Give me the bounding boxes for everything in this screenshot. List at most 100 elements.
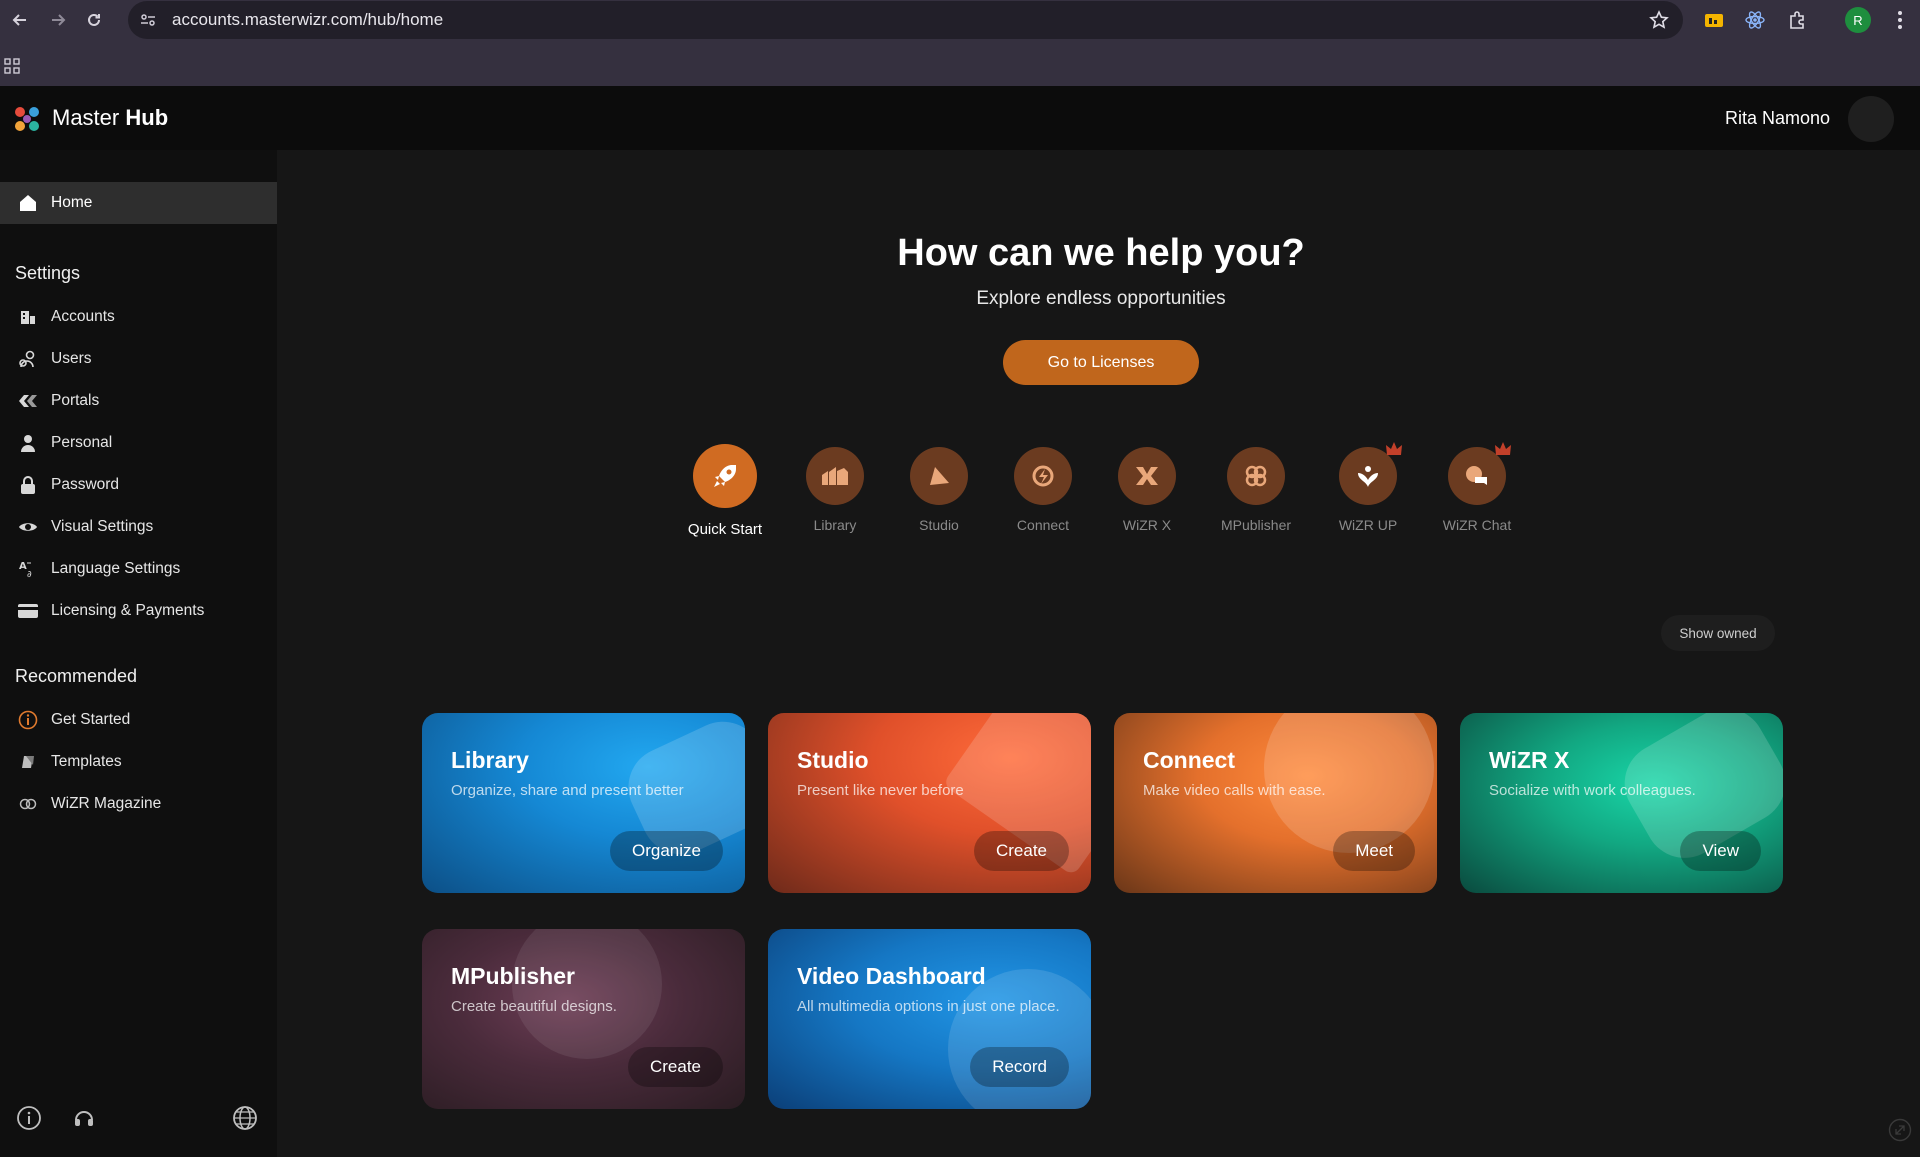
card-description: Socialize with work colleagues. — [1489, 782, 1696, 799]
user-name[interactable]: Rita Namono — [1725, 108, 1830, 129]
translate-icon: A ∂ — [15, 559, 41, 579]
app-wizr-x[interactable]: WiZR X — [1087, 447, 1207, 533]
app-connect[interactable]: Connect — [983, 447, 1103, 533]
site-settings-icon[interactable] — [128, 11, 168, 29]
sidebar-item-accounts[interactable]: Accounts — [0, 296, 277, 338]
home-icon — [15, 193, 41, 213]
app-wizr-chat[interactable]: WiZR Chat — [1417, 442, 1537, 533]
card-icon — [15, 604, 41, 618]
portals-icon — [15, 393, 41, 409]
connect-icon — [1014, 447, 1072, 505]
app-library[interactable]: Library — [775, 447, 895, 533]
person-icon — [15, 434, 41, 452]
sidebar-item-templates[interactable]: Templates — [0, 741, 277, 783]
library-icon — [806, 447, 864, 505]
building-icon — [15, 308, 41, 326]
sidebar-item-label: Password — [51, 476, 120, 493]
app-wizr-up[interactable]: WiZR UP — [1308, 442, 1428, 533]
profile-avatar[interactable]: R — [1845, 7, 1871, 33]
meet-button[interactable]: Meet — [1333, 831, 1415, 871]
sidebar-item-get-started[interactable]: Get Started — [0, 699, 277, 741]
card-wizr-x[interactable]: WiZR X Socialize with work colleagues. V… — [1460, 713, 1783, 893]
view-button[interactable]: View — [1680, 831, 1761, 871]
forward-arrow-icon[interactable] — [38, 0, 78, 40]
browser-menu-icon[interactable] — [1888, 8, 1912, 32]
user-avatar[interactable] — [1848, 96, 1894, 142]
app-mpublisher[interactable]: MPublisher — [1196, 447, 1316, 533]
apps-grid-icon[interactable] — [4, 58, 20, 79]
show-owned-toggle[interactable]: Show owned — [1661, 615, 1775, 651]
sidebar-item-label: Language Settings — [51, 560, 181, 577]
app-name: Connect — [1016, 517, 1070, 533]
card-connect[interactable]: Connect Make video calls with ease. Meet — [1114, 713, 1437, 893]
sidebar-item-licensing-payments[interactable]: Licensing & Payments — [0, 590, 277, 632]
card-title: Studio — [797, 747, 869, 773]
reload-icon[interactable] — [74, 0, 114, 40]
bookmarks-bar — [0, 40, 1920, 86]
wizrup-icon — [1339, 442, 1402, 505]
sidebar-item-label: WiZR Magazine — [51, 795, 162, 812]
card-title: WiZR X — [1489, 747, 1570, 773]
card-studio[interactable]: Studio Present like never before Create — [768, 713, 1091, 893]
sidebar-item-label: Licensing & Payments — [51, 602, 205, 619]
app-title: Master Hub — [52, 105, 168, 131]
url-text[interactable]: accounts.masterwizr.com/hub/home — [172, 10, 443, 30]
sidebar-item-users[interactable]: Users — [0, 338, 277, 380]
create-button[interactable]: Create — [973, 831, 1069, 871]
info-circle-icon[interactable] — [14, 1103, 44, 1133]
card-library[interactable]: Library Organize, share and present bett… — [422, 713, 745, 893]
main-content: How can we help you? Explore endless opp… — [277, 150, 1920, 1157]
crown-icon — [1385, 441, 1403, 462]
rocket-icon — [693, 444, 757, 508]
headset-support-icon[interactable] — [69, 1103, 99, 1133]
crown-icon — [1494, 441, 1512, 462]
record-button[interactable]: Record — [970, 1047, 1069, 1087]
extension-folder-icon[interactable] — [1702, 8, 1726, 32]
sidebar-item-wizr-magazine[interactable]: WiZR Magazine — [0, 783, 277, 825]
sidebar-item-home[interactable]: Home — [0, 182, 277, 224]
magazine-icon — [15, 797, 41, 811]
app-header: Master Hub Rita Namono — [0, 86, 1920, 150]
card-description: Organize, share and present better — [451, 782, 684, 799]
sidebar-item-label: Accounts — [51, 308, 115, 325]
sidebar-item-language-settings[interactable]: A ∂ Language Settings — [0, 548, 277, 590]
sidebar-item-label: Get Started — [51, 711, 131, 728]
hero-title: How can we help you? — [897, 232, 1305, 274]
card-title: Library — [451, 747, 529, 773]
sidebar-item-label: Home — [51, 194, 93, 211]
lock-icon — [15, 475, 41, 495]
card-decoration — [512, 929, 662, 1059]
app-name: Studio — [919, 517, 959, 533]
bookmark-star-icon[interactable] — [1649, 10, 1669, 35]
info-icon — [15, 710, 41, 730]
create-button[interactable]: Create — [627, 1047, 723, 1087]
sidebar-item-personal[interactable]: Personal — [0, 422, 277, 464]
app-name: Quick Start — [687, 521, 763, 538]
hero-subtitle: Explore endless opportunities — [976, 288, 1226, 309]
app-name: Library — [813, 517, 857, 533]
sidebar-item-visual-settings[interactable]: Visual Settings — [0, 506, 277, 548]
address-bar[interactable]: accounts.masterwizr.com/hub/home — [128, 1, 1683, 39]
card-title: MPublisher — [451, 963, 575, 989]
extensions-puzzle-icon[interactable] — [1785, 8, 1809, 32]
back-arrow-icon[interactable] — [0, 0, 40, 40]
app-name: WiZR X — [1122, 517, 1172, 533]
app-name: WiZR UP — [1338, 517, 1398, 533]
card-mpublisher[interactable]: MPublisher Create beautiful designs. Cre… — [422, 929, 745, 1109]
app-quick-start[interactable]: Quick Start — [665, 444, 785, 538]
globe-icon[interactable] — [230, 1103, 260, 1133]
brand-light: Master — [52, 105, 120, 130]
sidebar-item-password[interactable]: Password — [0, 464, 277, 506]
masterhub-logo-icon[interactable] — [11, 103, 43, 135]
sidebar-item-portals[interactable]: Portals — [0, 380, 277, 422]
expand-icon[interactable] — [1888, 1118, 1912, 1147]
react-devtools-icon[interactable] — [1743, 8, 1767, 32]
card-description: Present like never before — [797, 782, 964, 799]
app-studio[interactable]: Studio — [879, 447, 999, 533]
card-description: Make video calls with ease. — [1143, 782, 1326, 799]
organize-button[interactable]: Organize — [610, 831, 723, 871]
sidebar-item-label: Portals — [51, 392, 100, 409]
card-video-dashboard[interactable]: Video Dashboard All multimedia options i… — [768, 929, 1091, 1109]
recommended-heading: Recommended — [15, 666, 138, 686]
go-to-licenses-button[interactable]: Go to Licenses — [1003, 340, 1199, 385]
